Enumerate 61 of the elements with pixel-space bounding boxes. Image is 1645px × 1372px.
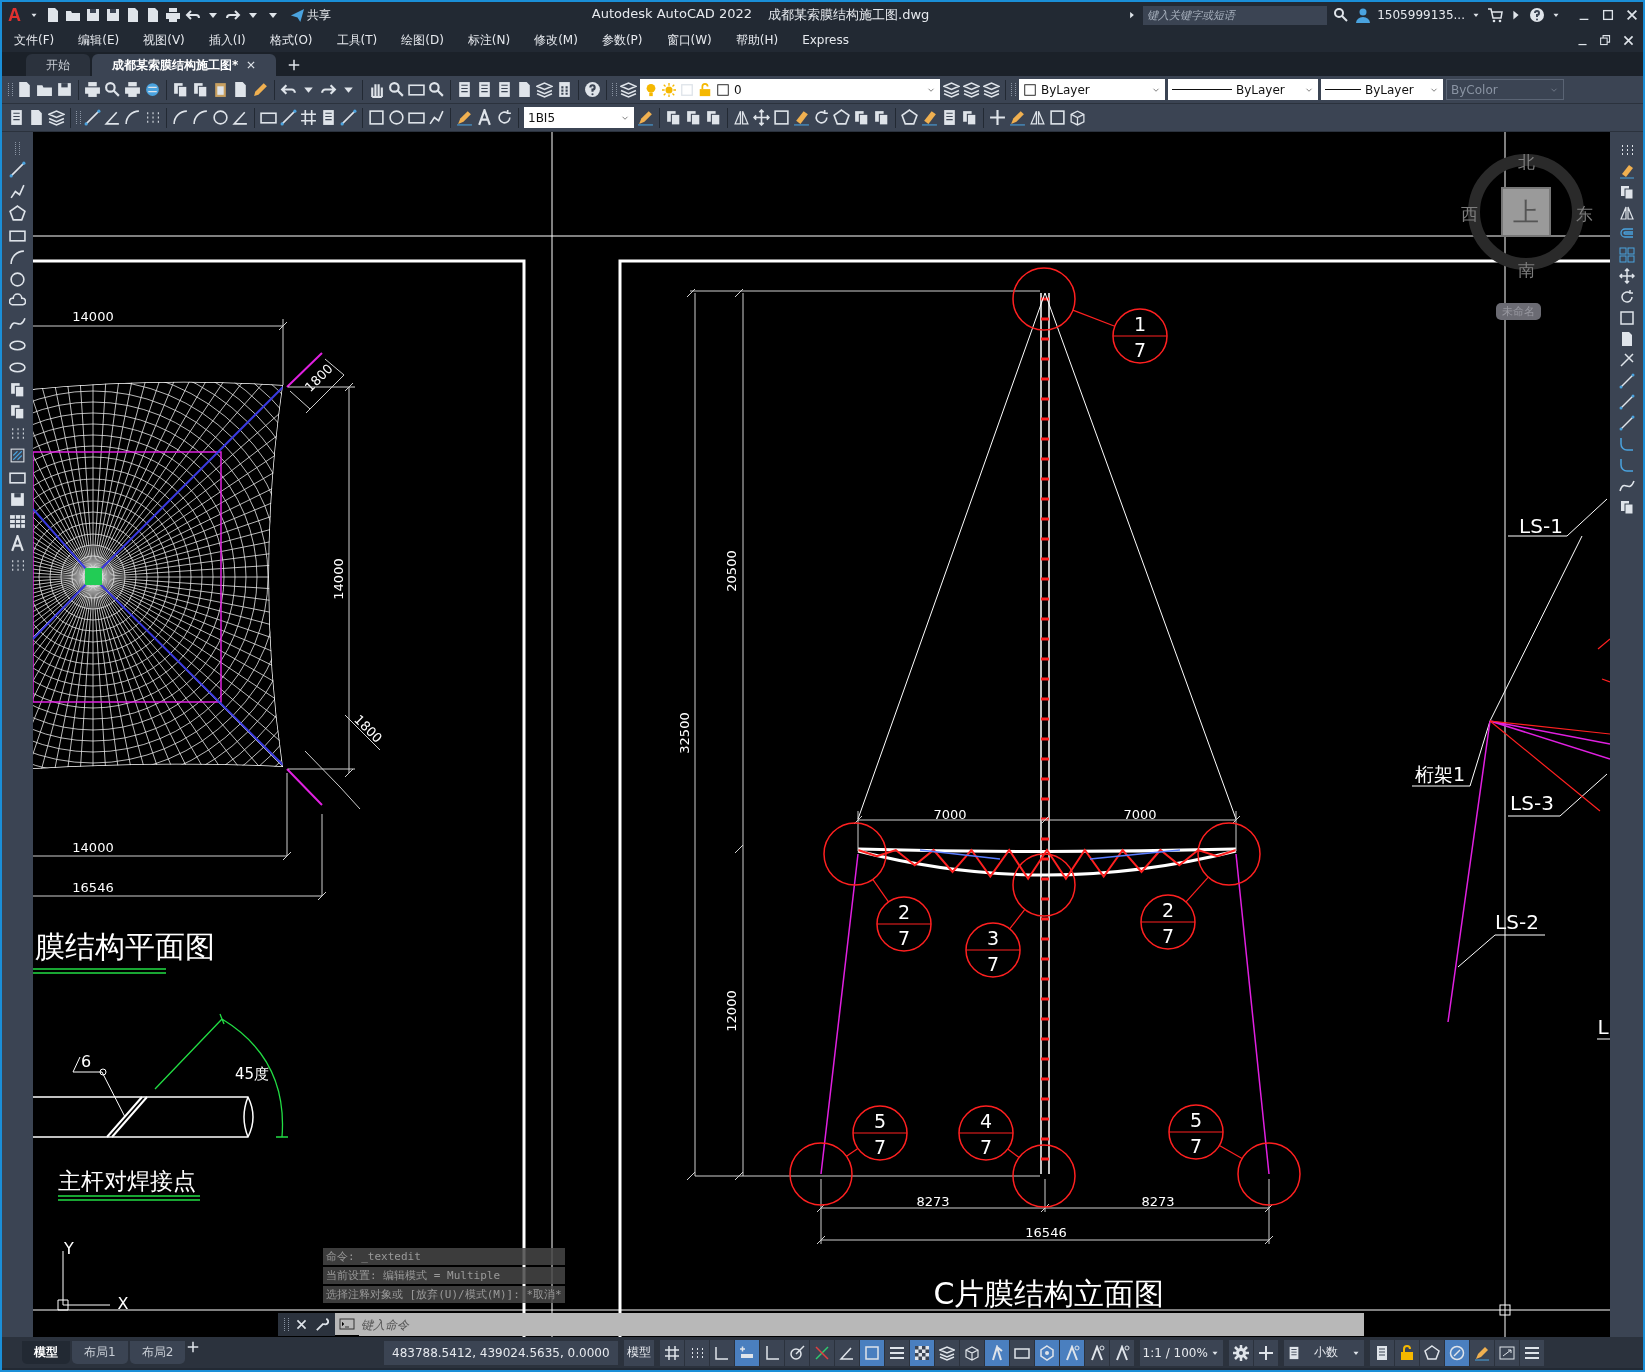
compass-south[interactable]: 南 xyxy=(1518,259,1535,282)
axis-label: Y xyxy=(64,1239,74,1258)
layout-tab[interactable]: 布局1 xyxy=(72,1341,128,1364)
menu-item[interactable]: 绘图(D) xyxy=(389,31,456,49)
callout-number: 2 xyxy=(897,901,911,923)
menu-item[interactable]: 参数(P) xyxy=(589,31,655,49)
callout-number: 3 xyxy=(986,927,1000,949)
menu-item[interactable]: 视图(V) xyxy=(131,31,197,49)
annotation-scale-button[interactable]: 1:1 / 100% xyxy=(1139,1339,1223,1366)
units-label: 小数 xyxy=(1313,1344,1338,1361)
file-name: 成都某索膜结构施工图.dwg xyxy=(768,6,930,24)
layout-tab[interactable]: 模型 xyxy=(22,1341,70,1364)
callout-number: 7 xyxy=(873,1136,887,1158)
layout-tab[interactable]: 布局2 xyxy=(129,1341,186,1364)
dimension-style-dropdown[interactable]: 1BI5 xyxy=(524,107,634,128)
units-dropdown[interactable]: 小数 xyxy=(1283,1339,1364,1366)
menu-item[interactable]: 插入(I) xyxy=(196,31,258,49)
tab-label: 成都某索膜结构施工图* xyxy=(112,56,239,74)
menu-item[interactable]: Express xyxy=(790,33,861,47)
callout-number: 5 xyxy=(873,1110,887,1132)
search-field[interactable]: 键入关键字或短语 xyxy=(1143,5,1328,25)
detail-title: 主杆对焊接点 xyxy=(58,1168,196,1194)
callout-number: 7 xyxy=(979,1136,993,1158)
callout-number: 4 xyxy=(979,1110,993,1132)
angle-text: 45度 xyxy=(234,1065,270,1083)
share-button[interactable]: 共享 xyxy=(287,2,334,28)
drawing-title: 膜结构平面图 xyxy=(35,929,215,964)
color-dropdown[interactable]: ByLayer xyxy=(1019,79,1165,100)
axis-label: X xyxy=(117,1294,129,1313)
menu-item[interactable]: 修改(M) xyxy=(522,31,590,49)
callout-number: 7 xyxy=(1133,339,1147,361)
compass-west[interactable]: 西 xyxy=(1461,203,1478,226)
callout-number: 7 xyxy=(986,953,1000,975)
menu-item[interactable]: 编辑(E) xyxy=(66,31,132,49)
callout-number: 5 xyxy=(1189,1109,1203,1131)
callout-number: 7 xyxy=(897,927,911,949)
model-space-button[interactable]: 模型 xyxy=(623,1339,654,1366)
document-tab[interactable]: 开始 xyxy=(26,54,90,76)
layer-dropdown[interactable]: 0 xyxy=(640,79,940,100)
drawing-title: C片膜结构立面图 xyxy=(933,1276,1165,1311)
menu-item[interactable]: 文件(F) xyxy=(2,31,67,49)
document-tab[interactable]: 成都某索膜结构施工图* xyxy=(92,54,277,76)
menu-item[interactable]: 工具(T) xyxy=(324,31,390,49)
menu-item[interactable]: 帮助(H) xyxy=(723,31,791,49)
menu-item[interactable]: 窗口(W) xyxy=(654,31,724,49)
compass-north[interactable]: 北 xyxy=(1518,151,1535,174)
menu-item[interactable]: 标注(N) xyxy=(455,31,523,49)
callout-number: 2 xyxy=(1161,899,1175,921)
lineweight-dropdown[interactable]: ByLayer xyxy=(1321,79,1443,100)
callout-number: 1 xyxy=(1133,313,1147,335)
compass-east[interactable]: 东 xyxy=(1576,203,1593,226)
tab-label: 开始 xyxy=(46,56,70,74)
user-name[interactable]: 1505999135... xyxy=(1377,8,1465,22)
app-title: Autodesk AutoCAD 2022 xyxy=(591,6,753,23)
callout-number: 7 xyxy=(1161,925,1175,947)
command-input-field[interactable]: 键入命令 xyxy=(359,1313,1364,1336)
callout-number: 7 xyxy=(1189,1135,1203,1157)
coordinates-display: 483788.5412, 439024.5635, 0.0000 xyxy=(384,1340,618,1365)
linetype-dropdown[interactable]: ByLayer xyxy=(1168,79,1318,100)
menu-item[interactable]: 格式(O) xyxy=(257,31,325,49)
weld-size-text: 6 xyxy=(80,1052,92,1071)
